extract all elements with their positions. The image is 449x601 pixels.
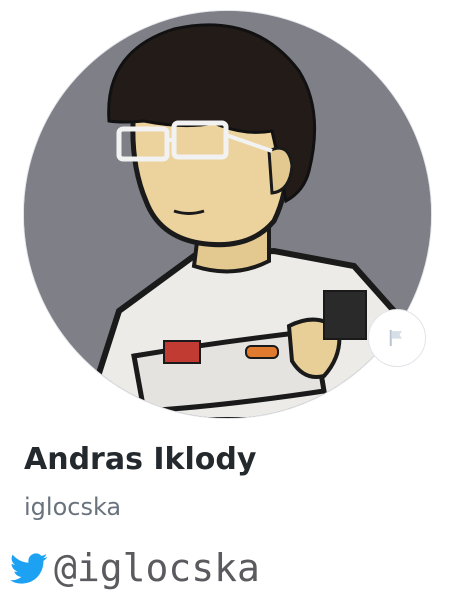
avatar[interactable] (23, 10, 432, 419)
profile-full-name: Andras Iklody (24, 442, 257, 477)
avatar-illustration (24, 11, 431, 418)
twitter-bird-icon (10, 553, 48, 584)
set-status-button[interactable] (368, 309, 426, 367)
profile-username: iglocska (24, 493, 122, 521)
twitter-handle: @iglocska (54, 546, 260, 590)
flag-icon (389, 329, 402, 347)
twitter-link[interactable]: @iglocska (10, 546, 260, 590)
profile-avatar-container (23, 10, 432, 419)
